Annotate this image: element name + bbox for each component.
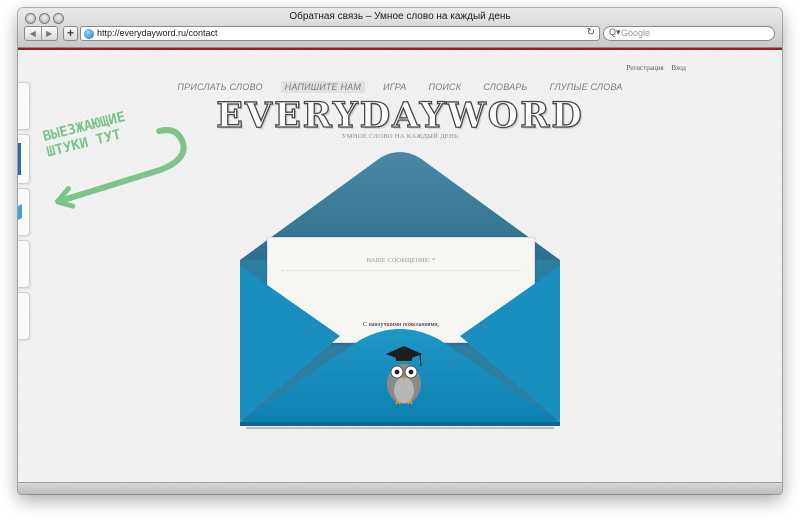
menu-item-search[interactable]: ПОИСК: [425, 81, 466, 93]
search-icon: Q▾: [609, 27, 621, 37]
menu-item-contact[interactable]: НАПИШИТЕ НАМ: [280, 81, 366, 93]
search-field[interactable]: Q▾ Google: [603, 26, 775, 41]
owl-mascot-icon: [386, 346, 422, 405]
login-link[interactable]: Вход: [671, 64, 686, 72]
status-bar: [18, 482, 782, 494]
contact-envelope: ВАШЕ СООБЩЕНИЕ: * С наилучшими пожелания…: [240, 150, 560, 430]
search-placeholder[interactable]: Google: [621, 28, 650, 38]
menu-item-silly-words[interactable]: ГЛУПЫЕ СЛОВА: [546, 81, 627, 93]
forward-arrow-icon[interactable]: ▶: [40, 27, 58, 40]
window-title: Обратная связь – Умное слово на каждый д…: [289, 11, 511, 22]
nav-buttons: ◀ ▶: [24, 26, 58, 41]
add-bookmark-button[interactable]: +: [63, 26, 78, 41]
reload-icon[interactable]: ↻: [587, 27, 595, 38]
side-tab[interactable]: [18, 240, 30, 288]
main-menu: ПРИСЛАТЬ СЛОВО НАПИШИТЕ НАМ ИГРА ПОИСК С…: [18, 81, 782, 93]
back-arrow-icon[interactable]: ◀: [25, 27, 41, 40]
url-text[interactable]: http://everydayword.ru/contact: [97, 28, 218, 38]
globe-icon: [84, 29, 94, 39]
menu-item-dictionary[interactable]: СЛОВАРЬ: [479, 81, 531, 93]
side-tab[interactable]: [18, 292, 30, 340]
side-tab-marker: [18, 143, 21, 175]
menu-item-game[interactable]: ИГРА: [379, 81, 410, 93]
auth-links: Регистрация Вход: [620, 64, 686, 72]
side-tab-marker: [18, 203, 22, 221]
register-link[interactable]: Регистрация: [626, 64, 663, 72]
address-bar[interactable]: http://everydayword.ru/contact ↻: [80, 26, 600, 41]
menu-item-send-word[interactable]: ПРИСЛАТЬ СЛОВО: [173, 81, 266, 93]
side-tab[interactable]: [18, 188, 30, 236]
side-tab[interactable]: [18, 134, 30, 184]
title-bar: Обратная связь – Умное слово на каждый д…: [18, 8, 782, 48]
page-content: Регистрация Вход ПРИСЛАТЬ СЛОВО НАПИШИТЕ…: [18, 50, 782, 482]
browser-window: Обратная связь – Умное слово на каждый д…: [18, 8, 782, 494]
